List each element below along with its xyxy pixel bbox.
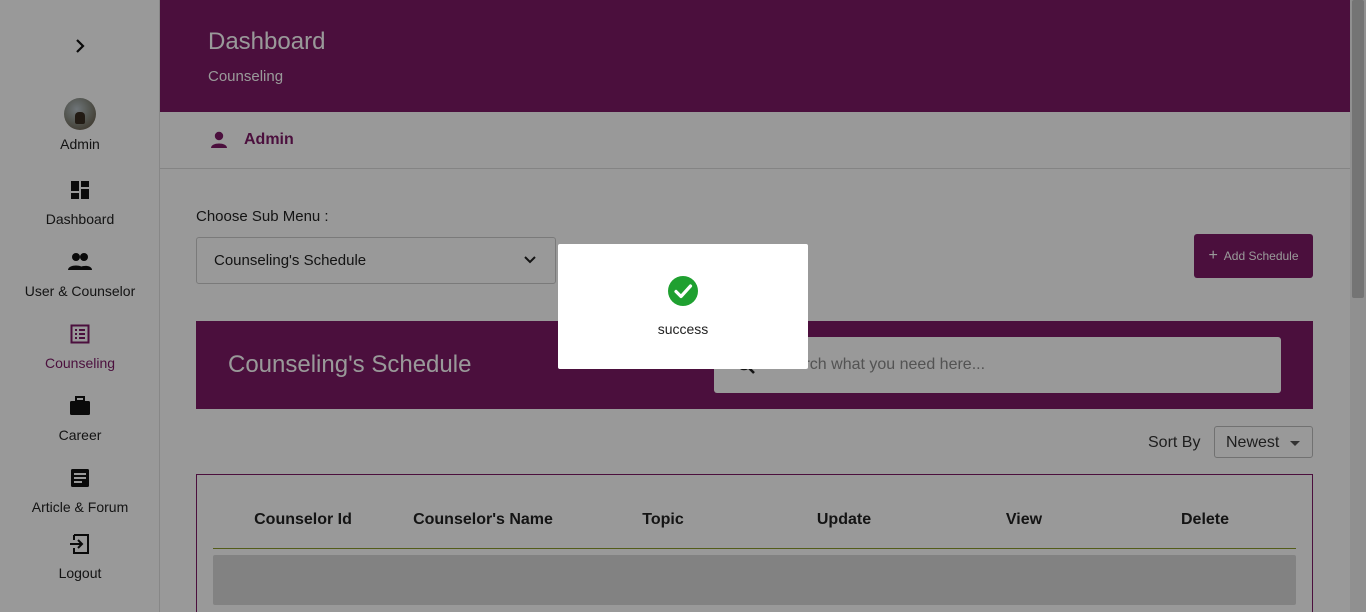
- check-circle-icon: [668, 276, 698, 311]
- success-dialog: success: [558, 244, 808, 369]
- dialog-message: success: [657, 321, 709, 337]
